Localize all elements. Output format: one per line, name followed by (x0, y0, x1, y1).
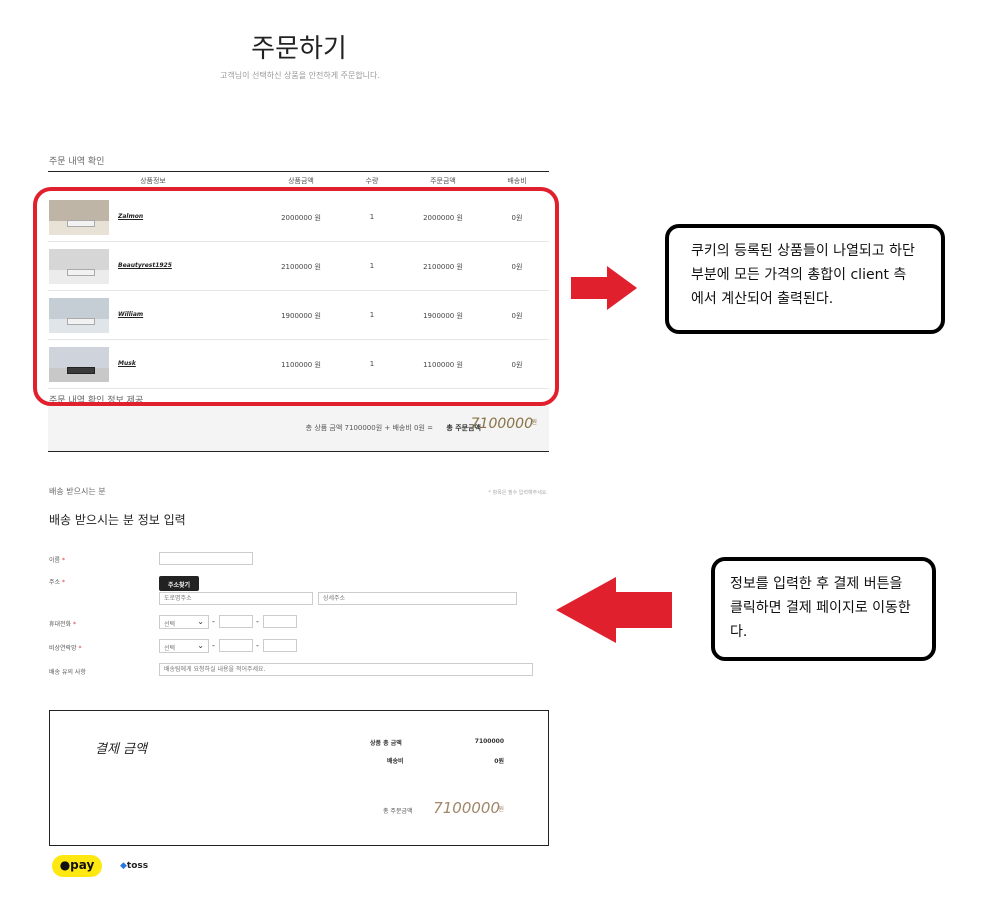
kakaopay-button[interactable]: ●pay (52, 855, 102, 877)
col-product-info: 상품정보 (140, 177, 166, 185)
detail-address-field[interactable] (318, 592, 517, 605)
order-section-label: 주문 내역 확인 (49, 157, 105, 167)
col-qty: 수량 (365, 177, 379, 185)
highlight-box (33, 187, 559, 406)
grand-total-label: 총 주문금액 (383, 808, 413, 815)
emergency-last-field[interactable] (263, 639, 297, 652)
col-order-amount: 주문금액 (430, 177, 456, 185)
payment-title: 결제 금액 (95, 742, 147, 757)
dash: - (212, 617, 215, 626)
shipping-fee-label: 배송비 (387, 758, 404, 765)
emergency-middle-field[interactable] (219, 639, 253, 652)
right-arrow-icon (571, 266, 637, 310)
dash: - (256, 617, 259, 626)
grand-total-unit: 원 (498, 806, 504, 813)
subtotal-label: 상품 총 금액 (370, 740, 402, 747)
road-address-field[interactable] (159, 592, 313, 605)
shipping-fee-value: 0원 (494, 758, 504, 765)
col-shipping: 배송비 (507, 177, 527, 185)
payment-summary-box: 결제 금액 상품 총 금액 7100000 배송비 0원 총 주문금액 7100… (49, 710, 549, 846)
page-subtitle: 고객님이 선택하신 상품을 안전하게 주문합니다. (220, 71, 380, 80)
speech-bubble-icon: ● (59, 858, 71, 872)
emergency-prefix-select[interactable]: 선택 ⌄ (159, 639, 209, 653)
dash: - (212, 641, 215, 650)
phone-last-field[interactable] (263, 615, 297, 628)
order-total-bar: 총 상품 금액 7100000원 + 배송비 0원 = 총 주문금액 71000… (48, 406, 549, 452)
chevron-down-icon: ⌄ (197, 617, 204, 626)
section-divider (48, 171, 549, 172)
phone-middle-field[interactable] (219, 615, 253, 628)
emergency-contact-label: 비상연락망 * (49, 645, 82, 652)
chevron-down-icon: ⌄ (197, 641, 204, 650)
toss-button[interactable]: ◆toss (120, 861, 148, 871)
required-mark: * (61, 557, 65, 564)
find-address-button[interactable]: 주소찾기 (159, 576, 199, 591)
callout-payment-flow: 정보를 입력한 후 결제 버튼을 클릭하면 결제 페이지로 이동한다. (711, 557, 936, 661)
phone-label: 휴대전화 * (49, 621, 77, 628)
shipping-form-title: 배송 받으시는 분 정보 입력 (49, 513, 186, 527)
required-fields-note: * 항목은 필수 입력해주세요. (488, 490, 548, 496)
address-label: 주소 * (49, 579, 65, 586)
required-mark: * (78, 645, 82, 652)
grand-total-value: 7100000 (433, 799, 500, 817)
col-price: 상품금액 (288, 177, 314, 185)
delivery-note-field[interactable] (159, 663, 533, 676)
name-label: 이름 * (49, 557, 65, 564)
sum-summary-text: 총 상품 금액 7100000원 + 배송비 0원 = (305, 424, 433, 432)
name-field[interactable] (159, 552, 253, 565)
total-order-value: 7100000 (470, 416, 533, 432)
dash: - (256, 641, 259, 650)
required-mark: * (61, 579, 65, 586)
phone-prefix-select[interactable]: 선택 ⌄ (159, 615, 209, 629)
total-order-unit: 원 (531, 419, 537, 426)
toss-logo-icon: ◆ (120, 861, 127, 871)
subtotal-value: 7100000 (474, 738, 504, 745)
required-mark: * (73, 621, 77, 628)
left-arrow-icon (556, 577, 672, 643)
shipping-section-label: 배송 받으시는 분 (49, 487, 106, 496)
callout-cookie-products: 쿠키의 등록된 상품들이 나열되고 하단 부분에 모든 가격의 총합이 clie… (665, 224, 945, 334)
delivery-note-label: 배송 유의 사항 (49, 669, 86, 676)
page-title: 주문하기 (251, 34, 347, 64)
